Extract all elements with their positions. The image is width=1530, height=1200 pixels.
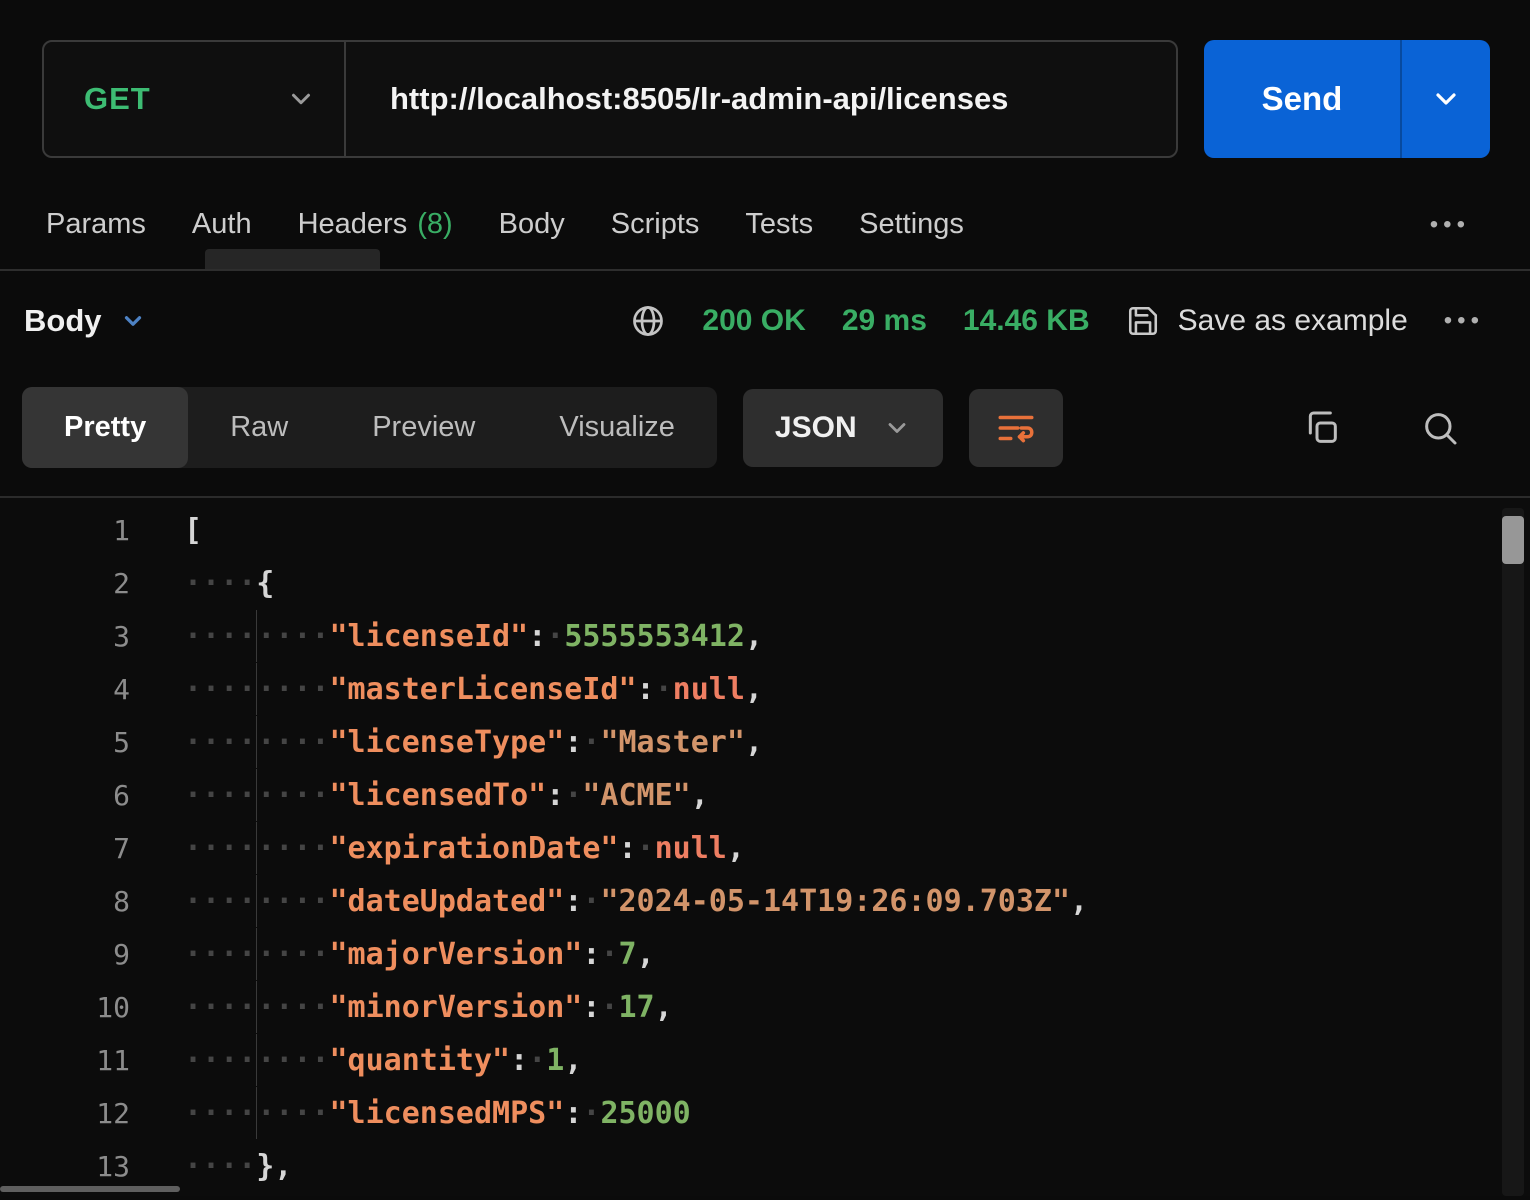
code-line: 8········"dateUpdated":·"2024-05-14T19:2… [0,875,1530,928]
response-meta-bar: Body 200 OK 29 ms 14.46 KB [0,271,1530,369]
line-number: 4 [0,663,130,716]
horizontal-scrollbar[interactable] [0,1186,300,1194]
method-label: GET [84,81,151,117]
response-status: 200 OK [702,304,805,338]
response-time: 29 ms [842,304,927,338]
tab-tests[interactable]: Tests [745,208,813,241]
save-as-example-label: Save as example [1178,304,1408,338]
send-options-button[interactable] [1400,40,1490,158]
request-more-options-icon[interactable]: ••• [1430,211,1470,239]
line-number: 8 [0,875,130,928]
code-line: 1[ [0,504,1530,557]
copy-icon [1302,408,1342,448]
vertical-scrollbar[interactable] [1502,508,1524,1196]
line-number: 7 [0,822,130,875]
response-size: 14.46 KB [963,304,1090,338]
request-tabs: Params Auth Headers (8) Body Scripts Test… [0,158,1530,269]
line-number: 3 [0,610,130,663]
headers-count-badge: (8) [417,208,452,240]
code-line: 2····{ [0,557,1530,610]
tab-pretty[interactable]: Pretty [22,387,188,468]
tab-visualize[interactable]: Visualize [517,387,717,468]
horizontal-scrollbar-thumb[interactable] [0,1186,180,1192]
response-section-label: Body [24,303,102,339]
format-label: JSON [775,411,857,445]
vertical-scrollbar-thumb[interactable] [1502,516,1524,564]
response-more-options-icon[interactable]: ••• [1444,307,1484,335]
code-line: 12········"licensedMPS":·25000 [0,1087,1530,1140]
line-content: ········"licenseId":·5555553412, [130,610,763,663]
code-line: 11········"quantity":·1, [0,1034,1530,1087]
response-view-tabs: Pretty Raw Preview Visualize [22,387,717,468]
format-chevron-down-icon [883,414,911,442]
search-icon [1420,408,1460,448]
tab-params[interactable]: Params [46,208,146,241]
line-number: 10 [0,981,130,1034]
line-content: ····{ [130,557,274,610]
code-line: 6········"licensedTo":·"ACME", [0,769,1530,822]
url-input[interactable]: http://localhost:8505/lr-admin-api/licen… [346,81,1176,117]
line-content: ········"minorVersion":·17, [130,981,673,1034]
request-bar: GET http://localhost:8505/lr-admin-api/l… [0,0,1530,158]
method-selector[interactable]: GET [44,42,344,156]
tab-headers-label: Headers [298,208,408,240]
code-line: 9········"majorVersion":·7, [0,928,1530,981]
tab-headers[interactable]: Headers (8) [298,208,453,241]
line-number: 12 [0,1087,130,1140]
wrap-text-icon [995,407,1037,449]
code-line: 5········"licenseType":·"Master", [0,716,1530,769]
line-number: 9 [0,928,130,981]
tab-raw[interactable]: Raw [188,387,330,468]
line-content: ········"quantity":·1, [130,1034,582,1087]
line-content: ········"expirationDate":·null, [130,822,745,875]
code-line: 7········"expirationDate":·null, [0,822,1530,875]
tab-preview[interactable]: Preview [330,387,517,468]
line-number: 6 [0,769,130,822]
response-body-viewer[interactable]: 1[2····{3········"licenseId":·5555553412… [0,496,1530,1196]
response-view-toolbar: Pretty Raw Preview Visualize JSON [0,369,1530,496]
tab-scripts[interactable]: Scripts [611,208,700,241]
method-chevron-down-icon [286,84,316,114]
line-content: ········"masterLicenseId":·null, [130,663,763,716]
active-tab-indicator [205,249,380,269]
line-content: ········"licenseType":·"Master", [130,716,763,769]
line-content: ········"licensedMPS":·25000 [130,1087,691,1140]
request-url-bar: GET http://localhost:8505/lr-admin-api/l… [42,40,1178,158]
response-section-chevron-down-icon [120,308,146,334]
api-client-window: GET http://localhost:8505/lr-admin-api/l… [0,0,1530,1196]
send-split-button: Send [1204,40,1490,158]
format-selector[interactable]: JSON [743,389,943,467]
response-stats: 200 OK 29 ms 14.46 KB Save as example ••… [630,303,1484,339]
wrap-text-button[interactable] [969,389,1063,467]
copy-button[interactable] [1296,402,1348,454]
line-content: ········"licensedTo":·"ACME", [130,769,709,822]
save-floppy-icon [1126,304,1160,338]
network-globe-icon[interactable] [630,303,666,339]
line-content: [ [130,504,202,557]
tab-body[interactable]: Body [499,208,565,241]
line-number: 2 [0,557,130,610]
code-line: 4········"masterLicenseId":·null, [0,663,1530,716]
send-button[interactable]: Send [1204,40,1400,158]
line-content: ········"dateUpdated":·"2024-05-14T19:26… [130,875,1088,928]
line-number: 11 [0,1034,130,1087]
line-number: 5 [0,716,130,769]
tab-settings[interactable]: Settings [859,208,964,241]
response-section-selector[interactable]: Body [24,303,146,339]
send-chevron-down-icon [1430,83,1462,115]
save-as-example-button[interactable]: Save as example [1126,304,1408,338]
code-lines: 1[2····{3········"licenseId":·5555553412… [0,504,1530,1193]
code-line: 10········"minorVersion":·17, [0,981,1530,1034]
line-number: 1 [0,504,130,557]
code-line: 3········"licenseId":·5555553412, [0,610,1530,663]
tab-auth[interactable]: Auth [192,208,252,241]
search-button[interactable] [1414,402,1466,454]
line-content: ········"majorVersion":·7, [130,928,655,981]
